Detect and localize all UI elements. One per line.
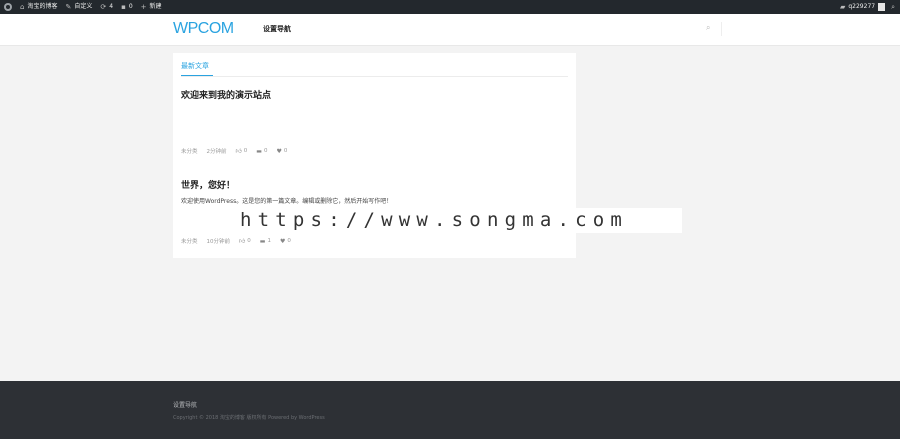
post-title[interactable]: 欢迎来到我的演示站点 bbox=[181, 88, 271, 101]
avatar bbox=[878, 3, 886, 11]
tab-latest-posts[interactable]: 最新文章 bbox=[181, 61, 209, 71]
heart-icon: ♥ bbox=[276, 147, 282, 155]
brush-icon: ✎ bbox=[65, 3, 72, 11]
customize-label: 自定义 bbox=[74, 3, 93, 10]
copyright-text: Copyright © 2018 淘宝的博客 版权所有 Powered by W… bbox=[173, 415, 325, 421]
like-count: 0 bbox=[247, 238, 251, 244]
admin-bar-right: ▰ q229277 ⌕ bbox=[840, 0, 895, 14]
user-menu[interactable]: ▰ q229277 bbox=[839, 0, 886, 14]
search-icon[interactable]: ⌕ bbox=[891, 0, 895, 14]
plus-icon: + bbox=[140, 3, 147, 11]
comments-link[interactable]: ▪ 0 bbox=[121, 0, 133, 14]
post-meta: 未分类 10分钟前 👍︎ 0 ▬ 1 ♥ 0 bbox=[181, 237, 291, 246]
thumbs-up-icon: 👍︎ bbox=[235, 148, 242, 155]
post-category[interactable]: 未分类 bbox=[181, 237, 198, 245]
new-content-menu[interactable]: + 新建 bbox=[141, 0, 162, 14]
comment-icon: ▬ bbox=[256, 147, 262, 155]
post-meta: 未分类 2分钟前 👍︎ 0 ▬ 0 ♥ 0 bbox=[181, 147, 287, 156]
site-name-label: 淘宝的博客 bbox=[27, 3, 58, 10]
post-time: 10分钟前 bbox=[206, 239, 231, 245]
post-time: 2分钟前 bbox=[206, 149, 227, 155]
nav-item-setup[interactable]: 设置导航 bbox=[263, 24, 291, 34]
comment-count: 1 bbox=[267, 238, 271, 244]
divider bbox=[181, 76, 568, 77]
new-label: 新建 bbox=[149, 3, 162, 10]
post-excerpt: 欢迎使用WordPress。这是您的第一篇文章。编辑或删除它，然后开始写作吧！ bbox=[181, 198, 393, 205]
favorite-button[interactable]: ♥ 0 bbox=[280, 238, 291, 245]
wordpress-logo-menu[interactable] bbox=[4, 3, 12, 11]
watermark-overlay: https://www.songma.com bbox=[236, 208, 682, 233]
updates-count: 4 bbox=[109, 3, 114, 10]
thumbs-up-icon: 👍︎ bbox=[239, 238, 246, 245]
comment-icon: ▬ bbox=[259, 237, 266, 245]
wordpress-icon bbox=[4, 3, 12, 11]
divider bbox=[721, 22, 722, 36]
comments-count: 0 bbox=[128, 3, 133, 10]
like-button[interactable]: 👍︎ 0 bbox=[239, 237, 251, 245]
post-category[interactable]: 未分类 bbox=[181, 147, 198, 155]
like-button[interactable]: 👍︎ 0 bbox=[236, 147, 248, 155]
like-count: 0 bbox=[243, 148, 248, 154]
customize-link[interactable]: ✎ 自定义 bbox=[65, 0, 92, 14]
comment-button[interactable]: ▬ 1 bbox=[260, 238, 271, 245]
site-header: WPCOM 设置导航 ⌕ bbox=[0, 14, 900, 46]
user-badge-icon: ▰ bbox=[839, 3, 846, 11]
updates-link[interactable]: ⟳ 4 bbox=[100, 0, 113, 14]
admin-bar: ⌂ 淘宝的博客 ✎ 自定义 ⟳ 4 ▪ 0 + 新建 ▰ q229277 ⌕ bbox=[0, 0, 900, 14]
site-logo[interactable]: WPCOM bbox=[173, 20, 234, 38]
post-title[interactable]: 世界，您好！ bbox=[181, 178, 235, 191]
site-name-menu[interactable]: ⌂ 淘宝的博客 bbox=[20, 0, 57, 14]
favorite-count: 0 bbox=[283, 148, 288, 154]
search-icon[interactable]: ⌕ bbox=[706, 23, 710, 33]
site-footer: 设置导航 Copyright © 2018 淘宝的博客 版权所有 Powered… bbox=[0, 381, 900, 439]
home-icon: ⌂ bbox=[20, 3, 25, 11]
comment-button[interactable]: ▬ 0 bbox=[256, 148, 267, 155]
comment-count: 0 bbox=[263, 148, 268, 154]
heart-icon: ♥ bbox=[279, 237, 286, 245]
favorite-button[interactable]: ♥ 0 bbox=[276, 148, 287, 155]
refresh-icon: ⟳ bbox=[100, 3, 107, 11]
admin-bar-left: ⌂ 淘宝的博客 ✎ 自定义 ⟳ 4 ▪ 0 + 新建 bbox=[4, 0, 162, 14]
favorite-count: 0 bbox=[287, 238, 291, 244]
user-name: q229277 bbox=[848, 3, 876, 10]
footer-nav-item[interactable]: 设置导航 bbox=[173, 400, 197, 409]
comment-icon: ▪ bbox=[121, 3, 126, 11]
